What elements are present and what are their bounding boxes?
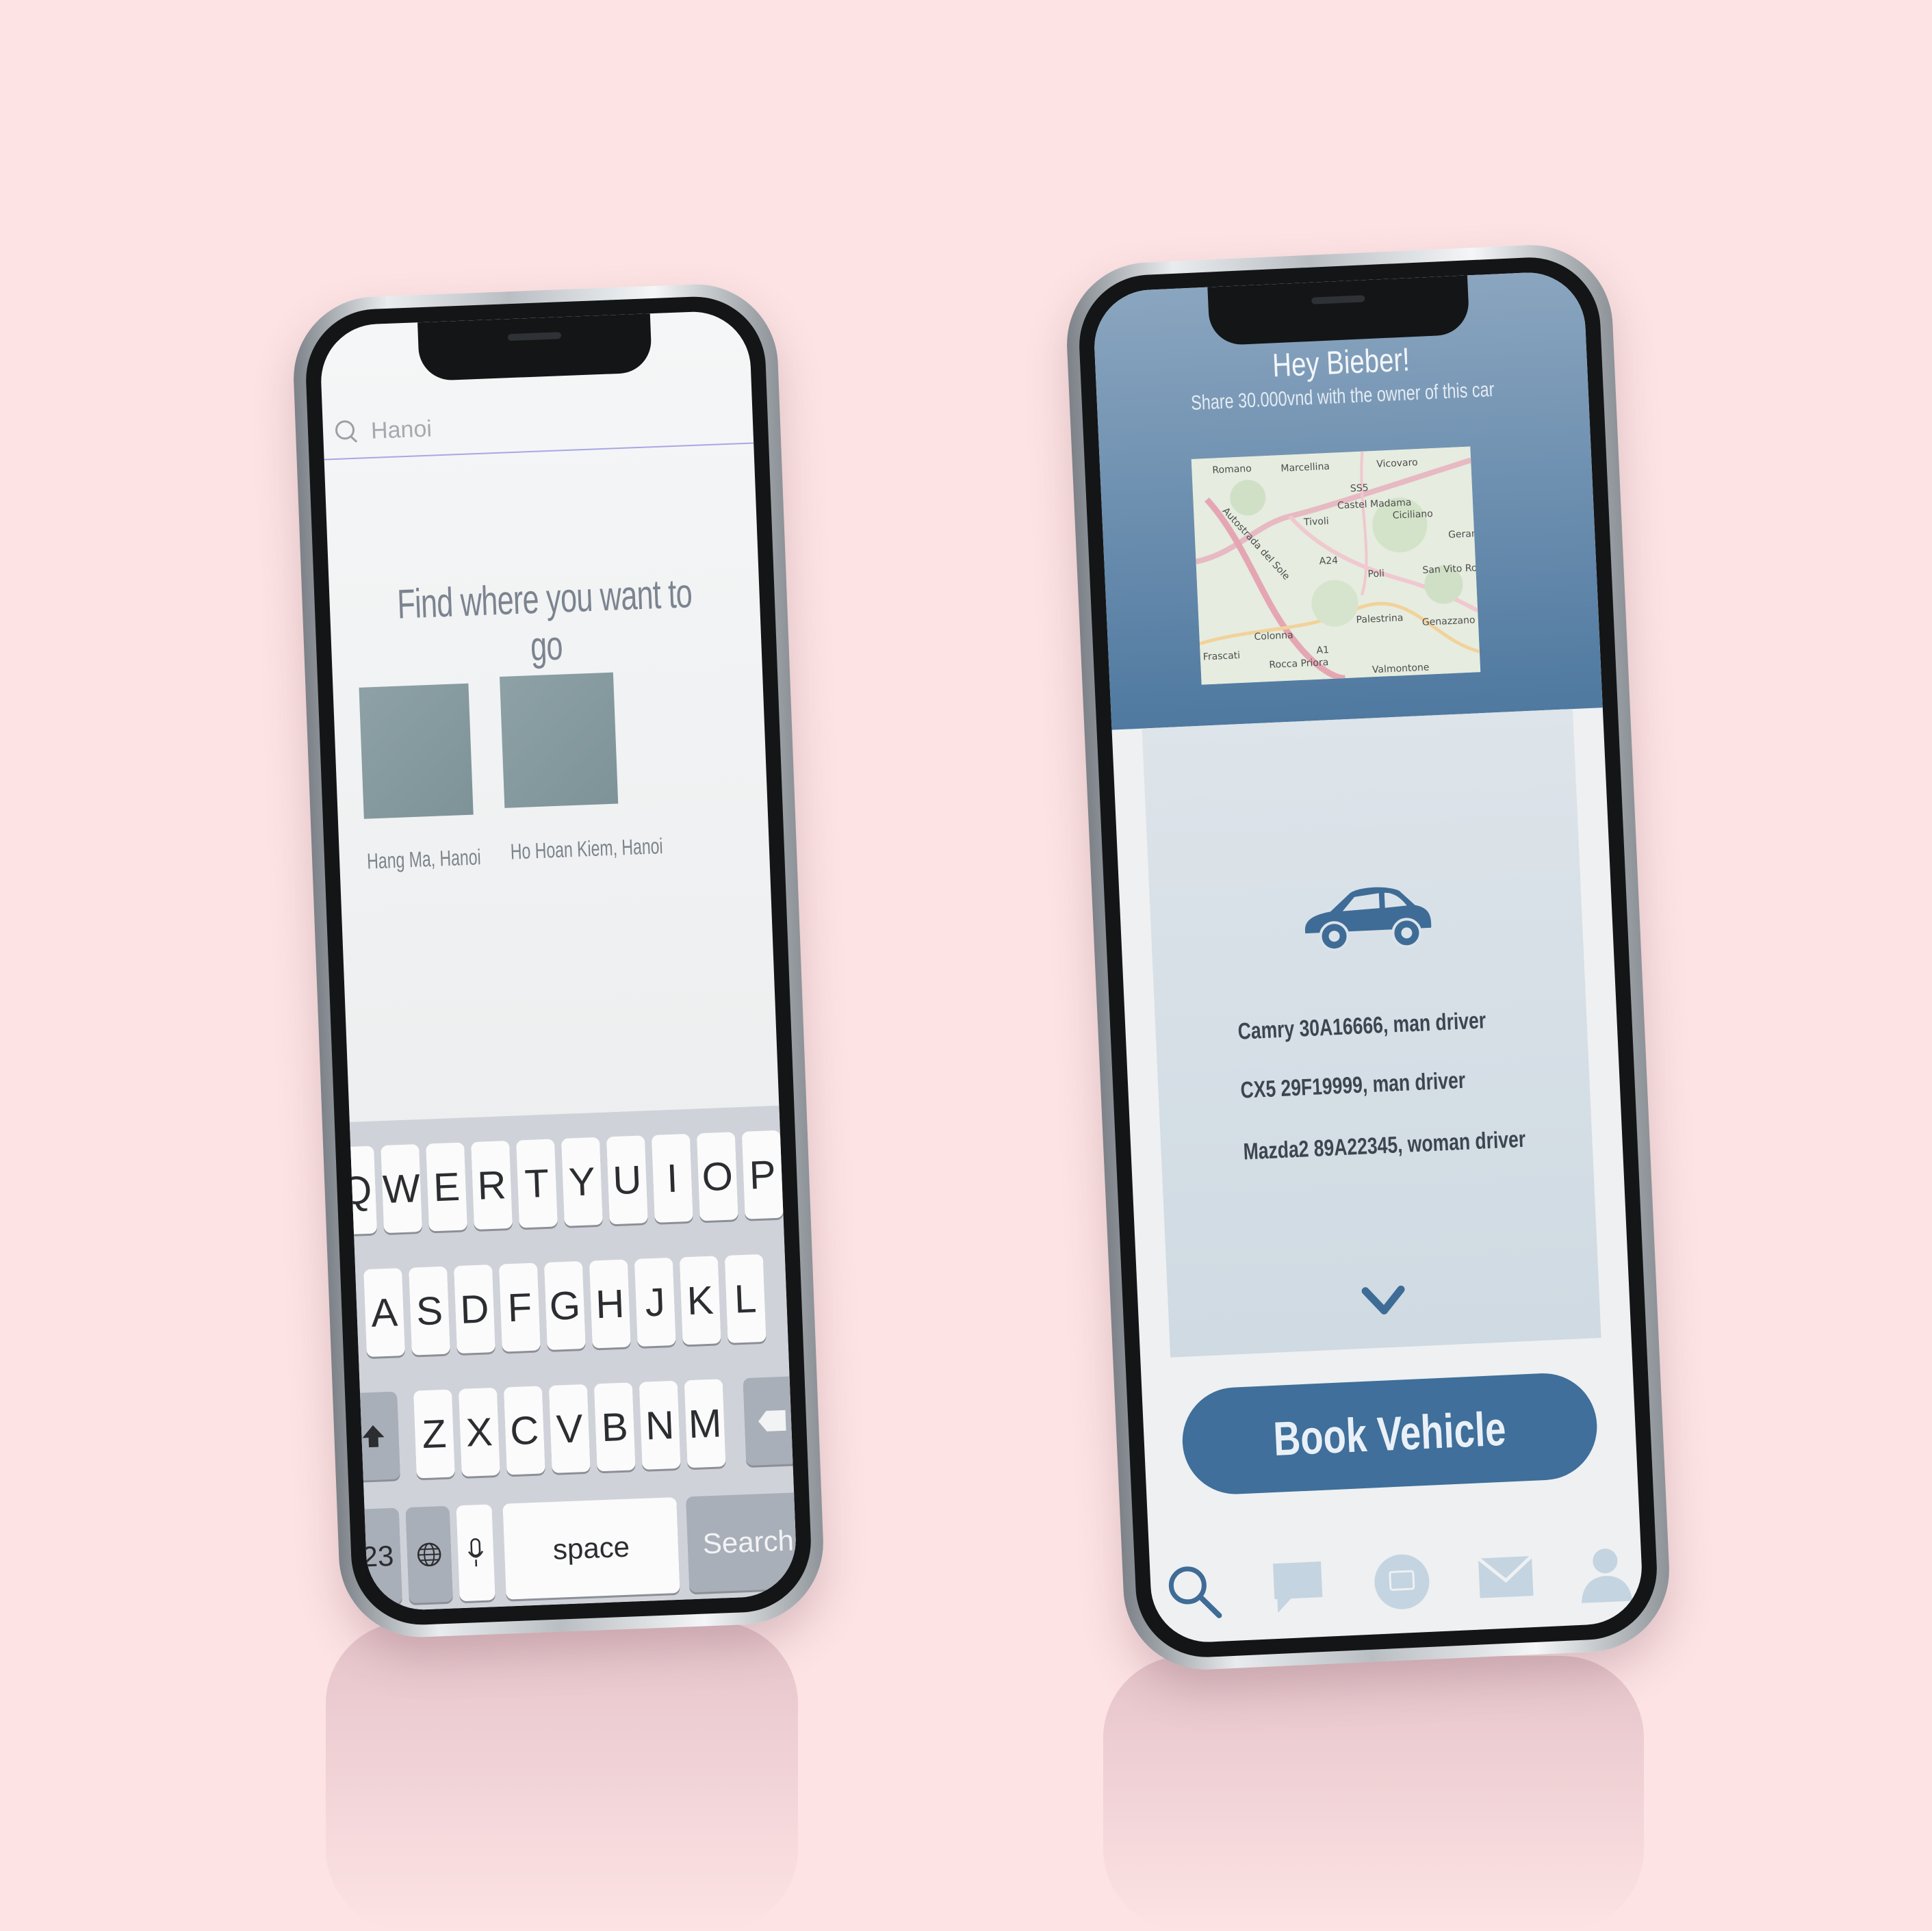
- bottom-tab-bar: [1149, 1527, 1645, 1644]
- search-input-value: Hanoi: [370, 415, 433, 444]
- search-input[interactable]: Hanoi: [322, 390, 754, 461]
- key-o[interactable]: O: [696, 1132, 738, 1221]
- map-label: A1: [1316, 645, 1330, 656]
- vehicle-option-mazda2[interactable]: Mazda2 89A22345, woman driver: [1243, 1126, 1526, 1166]
- key-z[interactable]: Z: [413, 1389, 455, 1479]
- map-label: SS5: [1350, 482, 1369, 495]
- booking-screen: Hey Bieber! Share 30.000vnd with the own…: [1092, 270, 1645, 1645]
- wallet-icon: [1374, 1554, 1430, 1609]
- onscreen-keyboard: Q W E R T Y U I O P A S D F G H J K L Z …: [335, 1105, 798, 1612]
- key-i[interactable]: I: [651, 1133, 693, 1223]
- notch: [1207, 275, 1470, 346]
- search-action-key[interactable]: Search: [686, 1492, 798, 1593]
- key-m[interactable]: M: [684, 1379, 726, 1468]
- search-icon: [335, 420, 359, 444]
- notch: [417, 313, 653, 382]
- car-icon: [1304, 887, 1432, 952]
- book-vehicle-label: Book Vehicle: [1272, 1401, 1508, 1466]
- chat-icon: [1273, 1561, 1323, 1613]
- tab-messages[interactable]: [1266, 1555, 1330, 1619]
- key-q[interactable]: Q: [335, 1145, 378, 1235]
- key-d[interactable]: D: [454, 1265, 495, 1354]
- map-label: Tivoli: [1303, 515, 1330, 528]
- globe-key[interactable]: [405, 1505, 453, 1604]
- earpiece-speaker: [1311, 295, 1365, 304]
- key-t[interactable]: T: [516, 1139, 558, 1228]
- map-label: Colonna: [1254, 630, 1294, 643]
- key-y[interactable]: Y: [561, 1137, 603, 1226]
- vehicle-list-card: Camry 30A16666, man driver CX5 29F19999,…: [1142, 709, 1601, 1358]
- map-label: Vicovaro: [1376, 456, 1418, 470]
- route-map[interactable]: Romano Marcellina Vicovaro Castel Madama…: [1191, 446, 1481, 685]
- key-j[interactable]: J: [634, 1257, 676, 1347]
- key-v[interactable]: V: [548, 1384, 591, 1473]
- shift-key[interactable]: [346, 1391, 400, 1481]
- phone-bezel: Hanoi Find where you want to go Hang Ma,…: [303, 294, 814, 1628]
- map-label: Marcellina: [1280, 461, 1330, 475]
- map-label: Ciciliano: [1392, 508, 1434, 521]
- key-n[interactable]: N: [639, 1380, 681, 1470]
- right-phone: Hey Bieber! Share 30.000vnd with the own…: [1063, 241, 1673, 1674]
- delete-key[interactable]: [743, 1376, 798, 1466]
- tab-search[interactable]: [1162, 1559, 1226, 1623]
- vehicle-option-cx5[interactable]: CX5 29F19999, man driver: [1240, 1067, 1466, 1104]
- search-screen: Hanoi Find where you want to go Hang Ma,…: [319, 309, 798, 1612]
- key-w[interactable]: W: [381, 1144, 423, 1234]
- key-a[interactable]: A: [363, 1268, 405, 1358]
- key-f[interactable]: F: [498, 1262, 541, 1352]
- dictation-key[interactable]: [456, 1504, 495, 1602]
- numbers-key[interactable]: 123: [337, 1507, 402, 1606]
- place-thumbnail-ho-hoan-kiem[interactable]: [500, 672, 619, 808]
- key-k[interactable]: K: [679, 1256, 721, 1345]
- key-p[interactable]: P: [741, 1130, 784, 1219]
- profile-icon: [1582, 1548, 1633, 1603]
- key-h[interactable]: H: [589, 1259, 631, 1349]
- place-label-hang-ma[interactable]: Hang Ma, Hanoi: [367, 844, 482, 874]
- right-phone-reflection: [1103, 1656, 1644, 1931]
- key-l[interactable]: L: [724, 1254, 767, 1343]
- space-key[interactable]: space: [502, 1496, 680, 1600]
- map-label: Poli: [1367, 568, 1385, 580]
- mail-icon: [1477, 1555, 1534, 1598]
- place-label-ho-hoan-kiem[interactable]: Ho Hoan Kiem, Hanoi: [510, 833, 663, 865]
- shift-icon: [362, 1425, 385, 1448]
- chevron-down-icon[interactable]: [1361, 1285, 1406, 1317]
- key-g[interactable]: G: [543, 1260, 586, 1351]
- map-label: Romano: [1212, 463, 1252, 476]
- map-label: Palestrina: [1356, 612, 1404, 626]
- key-b[interactable]: B: [593, 1382, 636, 1472]
- earpiece-speaker: [507, 332, 562, 341]
- left-phone: Hanoi Find where you want to go Hang Ma,…: [290, 281, 827, 1640]
- key-s[interactable]: S: [409, 1266, 450, 1356]
- search-icon: [1168, 1566, 1222, 1618]
- search-action-label: Search: [701, 1524, 795, 1560]
- key-x[interactable]: X: [458, 1387, 500, 1477]
- tab-wallet[interactable]: [1369, 1550, 1434, 1614]
- book-vehicle-button[interactable]: Book Vehicle: [1180, 1371, 1599, 1496]
- key-c[interactable]: C: [503, 1386, 545, 1475]
- phone-bezel: Hey Bieber! Share 30.000vnd with the own…: [1076, 254, 1660, 1661]
- map-label: Frascati: [1202, 650, 1241, 663]
- tab-mail[interactable]: [1473, 1545, 1538, 1609]
- place-thumbnail-hang-ma[interactable]: [359, 683, 474, 819]
- key-u[interactable]: U: [606, 1135, 648, 1225]
- vehicle-option-camry[interactable]: Camry 30A16666, man driver: [1237, 1007, 1486, 1045]
- key-e[interactable]: E: [426, 1142, 468, 1232]
- map-label: Gerano: [1447, 528, 1481, 541]
- delete-icon: [758, 1410, 786, 1431]
- microphone-icon: [468, 1538, 484, 1567]
- page-title: Find where you want to go: [396, 570, 693, 670]
- tab-profile[interactable]: [1573, 1540, 1638, 1605]
- globe-icon: [417, 1542, 441, 1567]
- map-label: A24: [1319, 555, 1339, 567]
- key-r[interactable]: R: [471, 1140, 513, 1230]
- left-phone-reflection: [326, 1622, 798, 1931]
